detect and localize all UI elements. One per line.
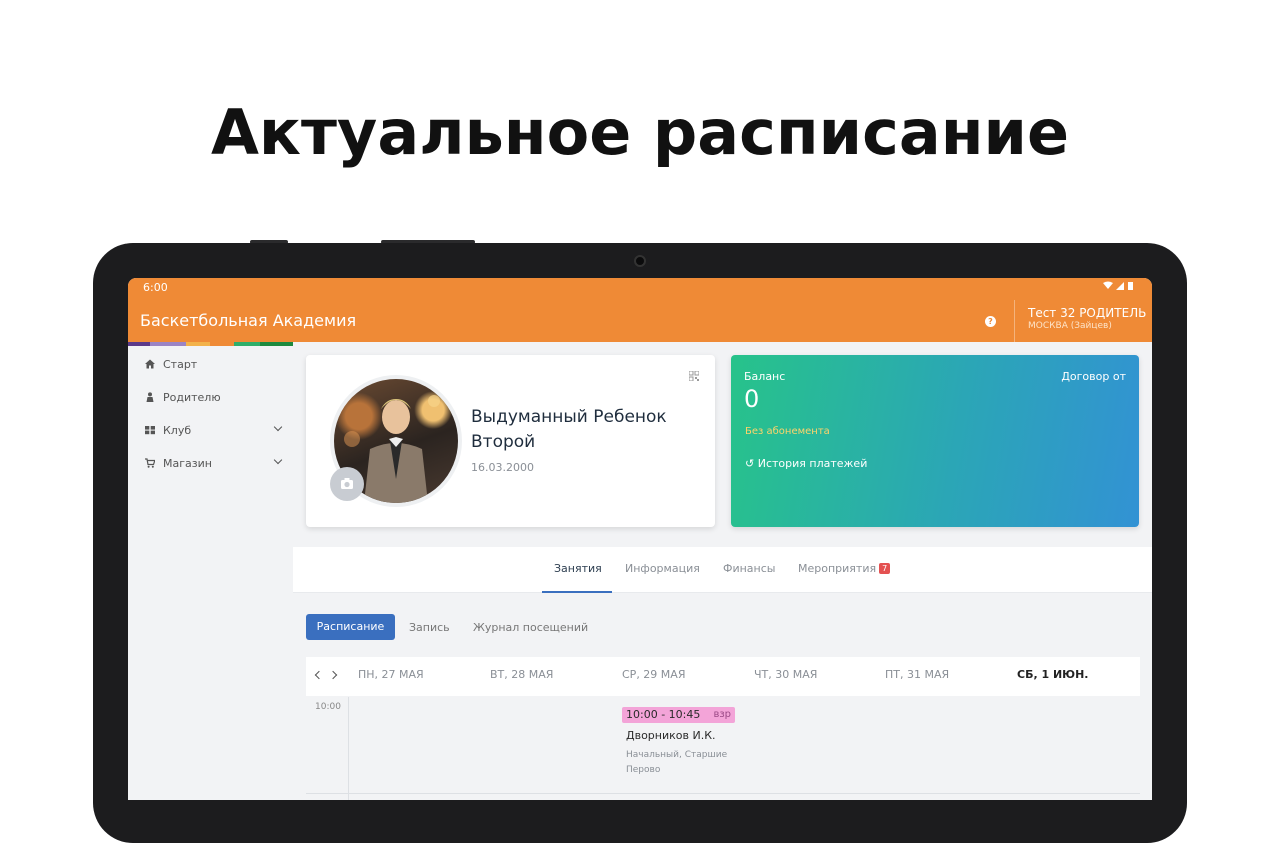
app-screen: 6:00 Баскетбольная Академия ? Тест 32 РО… (128, 278, 1152, 800)
camera-icon (341, 478, 353, 489)
contract-label: Договор от (1061, 370, 1126, 383)
day-header[interactable]: СР, 29 МАЯ (622, 668, 685, 681)
time-column-divider (348, 697, 349, 800)
attendance-log-button[interactable]: Журнал посещений (473, 621, 588, 634)
wifi-signal-battery-icon (1103, 281, 1133, 290)
user-location: МОСКВА (Зайцев) (1028, 321, 1112, 331)
grid-icon (145, 426, 155, 435)
user-icon (146, 392, 154, 402)
day-header[interactable]: ВТ, 28 МАЯ (490, 668, 553, 681)
next-week-icon[interactable] (328, 670, 338, 680)
calendar-header: ПН, 27 МАЯ ВТ, 28 МАЯ СР, 29 МАЯ ЧТ, 30 … (306, 657, 1140, 696)
tab-events[interactable]: Мероприятия 7 (798, 562, 891, 575)
sidebar-item-parent[interactable]: Родителю (128, 382, 293, 412)
event-details: Начальный, Старшие Перово (626, 748, 746, 778)
user-divider (1014, 300, 1015, 342)
main-content: Выдуманный Ребенок Второй 16.03.2000 Бал… (293, 342, 1152, 800)
day-header[interactable]: ЧТ, 30 МАЯ (754, 668, 817, 681)
balance-value: 0 (744, 385, 760, 413)
sidebar-item-label: Клуб (163, 423, 192, 437)
tab-information[interactable]: Информация (625, 562, 700, 575)
day-header-today[interactable]: СБ, 1 ИЮН. (1017, 668, 1088, 681)
enrollment-button[interactable]: Запись (409, 621, 450, 634)
chevron-down-icon[interactable] (273, 455, 283, 465)
events-count-badge: 7 (879, 563, 891, 574)
child-name: Выдуманный Ребенок Второй (471, 407, 667, 452)
sidebar-item-start[interactable]: Старт (128, 349, 293, 379)
tab-events-label: Мероприятия (798, 562, 877, 575)
brand-stripe (186, 342, 210, 346)
event-time-chip[interactable]: 10:00 - 10:45 взр (622, 707, 735, 723)
cart-icon (145, 458, 155, 468)
payment-history-link[interactable]: ↺ История платежей (745, 457, 867, 470)
brand-stripe (260, 342, 293, 346)
brand-stripe (210, 342, 234, 346)
headline: Актуальное расписание (210, 96, 1070, 169)
active-tab-indicator (542, 591, 612, 593)
qr-code-icon[interactable] (689, 371, 699, 381)
payment-history-label: История платежей (757, 457, 868, 470)
status-time: 6:00 (143, 281, 168, 294)
sidebar-item-shop[interactable]: Магазин (128, 448, 293, 478)
event-location: Перово (626, 765, 661, 775)
sidebar: Старт Родителю Клуб Магазин (128, 342, 293, 800)
tab-lessons[interactable]: Занятия (554, 562, 602, 575)
grid-row-divider (306, 793, 1140, 794)
user-name[interactable]: Тест 32 РОДИТЕЛЬ (1028, 306, 1146, 320)
home-icon (145, 359, 155, 369)
child-dob: 16.03.2000 (471, 461, 534, 474)
event-trainer[interactable]: Дворников И.К. (626, 729, 716, 742)
brand-stripe (234, 342, 260, 346)
time-label: 10:00 (315, 702, 341, 712)
balance-label: Баланс (744, 370, 786, 383)
event-type: взр (713, 709, 731, 720)
schedule-button[interactable]: Расписание (306, 614, 395, 640)
change-photo-button[interactable] (330, 467, 364, 501)
camera-icon (634, 255, 646, 267)
balance-card: Баланс 0 Договор от Без абонемента ↺ Ист… (731, 355, 1139, 527)
sidebar-item-club[interactable]: Клуб (128, 415, 293, 445)
status-icons (1102, 281, 1138, 294)
event-group: Начальный, Старшие (626, 750, 728, 760)
sidebar-item-label: Родителю (163, 390, 221, 404)
profile-card: Выдуманный Ребенок Второй 16.03.2000 (306, 355, 715, 527)
sidebar-item-label: Старт (163, 357, 198, 371)
help-icon[interactable]: ? (985, 316, 996, 327)
day-header[interactable]: ПТ, 31 МАЯ (885, 668, 949, 681)
chevron-down-icon[interactable] (273, 422, 283, 432)
no-subscription-label: Без абонемента (745, 426, 830, 437)
avatar-ring (330, 375, 462, 507)
day-header[interactable]: ПН, 27 МАЯ (358, 668, 424, 681)
sidebar-item-label: Магазин (163, 456, 212, 470)
tab-finances[interactable]: Финансы (723, 562, 775, 575)
brand-stripe (150, 342, 186, 346)
app-bar: 6:00 Баскетбольная Академия ? Тест 32 РО… (128, 278, 1152, 342)
tab-bar: Занятия Информация Финансы Мероприятия 7 (293, 547, 1152, 593)
event-time: 10:00 - 10:45 (626, 708, 701, 721)
previous-week-icon[interactable] (314, 670, 324, 680)
app-title: Баскетбольная Академия (140, 311, 357, 330)
history-icon: ↺ (745, 457, 755, 470)
calendar-grid: 10:00 10:00 - 10:45 взр Дворников И.К. Н… (306, 697, 1140, 800)
brand-stripe (128, 342, 150, 346)
